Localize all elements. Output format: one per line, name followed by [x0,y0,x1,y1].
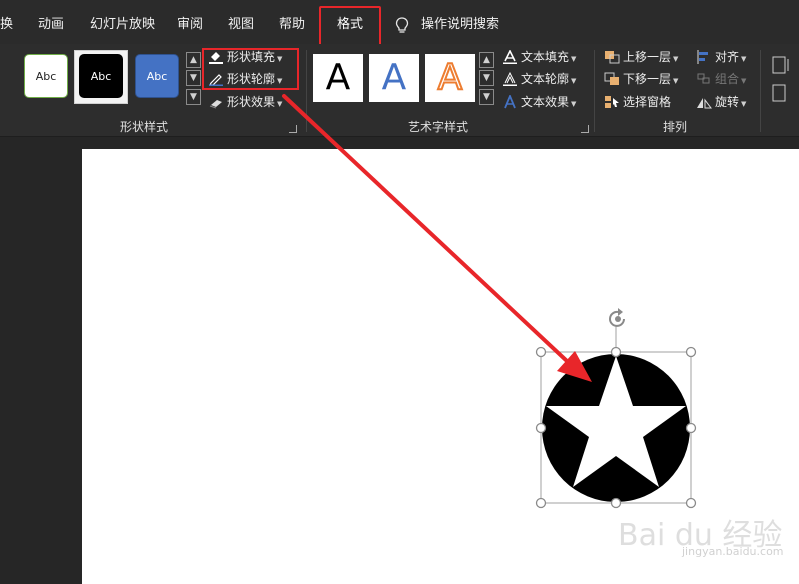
annotation-arrow [282,94,592,382]
watermark-url: jingyan.baidu.com [682,545,784,558]
